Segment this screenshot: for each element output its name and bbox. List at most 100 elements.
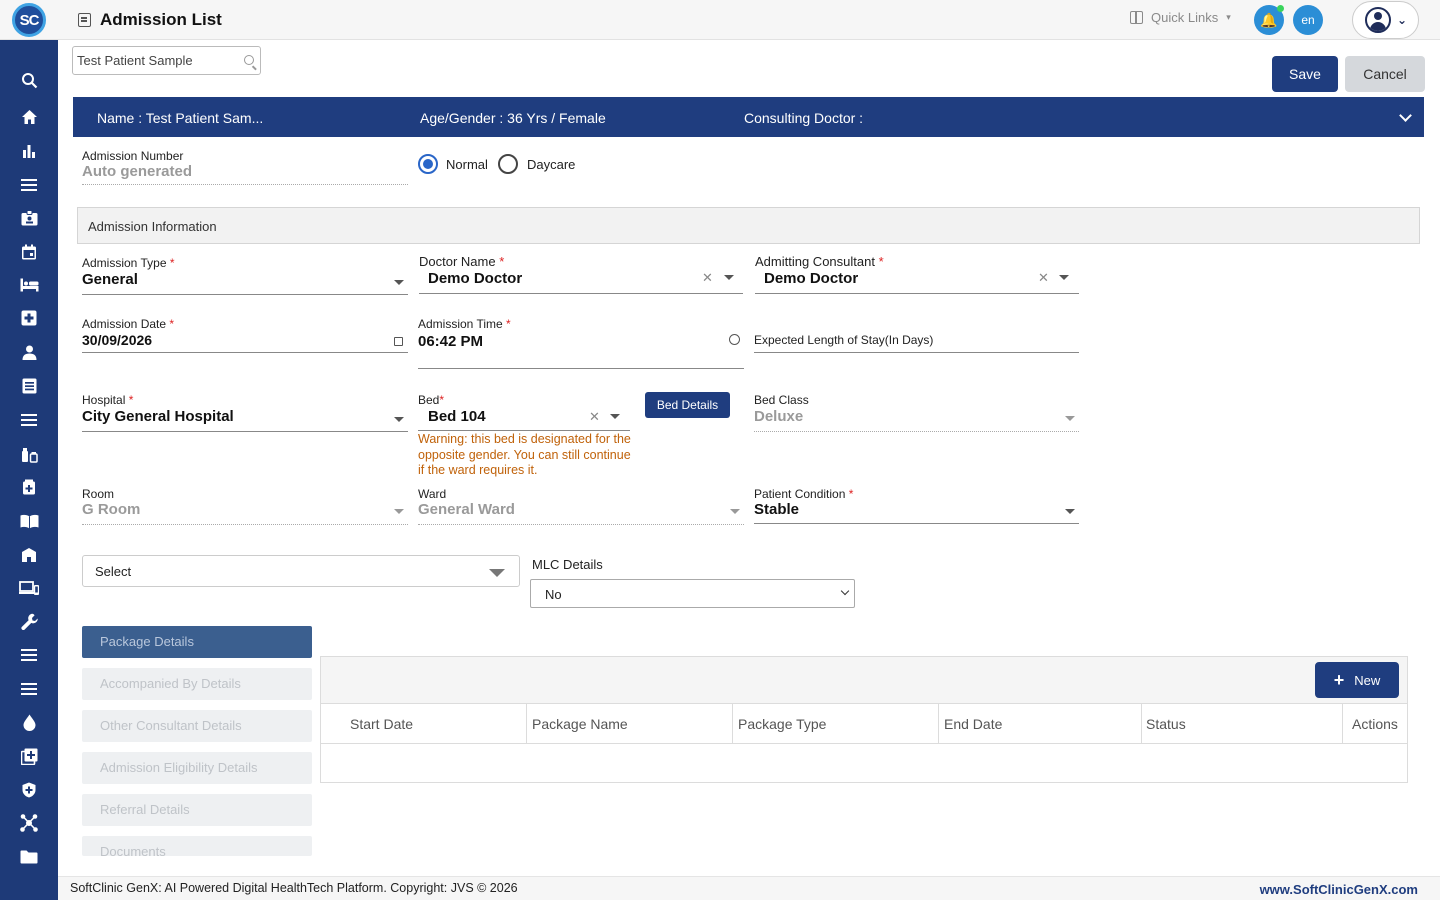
admission-type-value[interactable]: General — [82, 271, 138, 288]
sidebar-chart-icon[interactable] — [0, 138, 58, 164]
generic-select-value: Select — [95, 564, 132, 579]
tab-other-consultant-details[interactable]: Other Consultant Details — [82, 710, 312, 742]
admitting-consultant-label: Admitting Consultant * — [755, 254, 884, 269]
bed-underline — [418, 430, 630, 431]
tab-referral-details[interactable]: Referral Details — [82, 794, 312, 826]
caret-down-icon — [730, 509, 740, 514]
clear-icon[interactable]: ✕ — [589, 409, 600, 425]
column-package-name[interactable]: Package Name — [527, 704, 733, 744]
column-status[interactable]: Status — [1142, 704, 1343, 744]
generic-select[interactable]: Select — [82, 555, 520, 587]
caret-down-icon — [489, 569, 505, 577]
caret-down-icon[interactable] — [394, 417, 404, 422]
chevron-down-icon: ⌄ — [1397, 13, 1408, 27]
sidebar-shield-icon[interactable] — [0, 777, 58, 803]
sidebar-menu-icon[interactable] — [0, 172, 58, 198]
sidebar-search-icon[interactable] — [0, 67, 58, 93]
clear-icon[interactable]: ✕ — [1038, 270, 1049, 286]
bed-details-button[interactable]: Bed Details — [645, 392, 730, 418]
admission-date-value[interactable]: 30/09/2026 — [82, 332, 152, 348]
sidebar-document-list-icon[interactable] — [0, 373, 58, 399]
normal-radio[interactable] — [418, 154, 438, 174]
mlc-details-label: MLC Details — [532, 557, 603, 572]
bed-value[interactable]: Bed 104 — [428, 408, 486, 425]
caret-down-icon[interactable] — [724, 275, 734, 280]
notification-dot — [1277, 5, 1284, 12]
tab-documents[interactable]: Documents — [82, 836, 312, 856]
admission-number-value: Auto generated — [82, 163, 193, 180]
caret-down-icon[interactable] — [1059, 275, 1069, 280]
search-icon — [244, 55, 254, 65]
grid-header-row: Start Date Package Name Package Type End… — [321, 704, 1407, 744]
calendar-icon[interactable] — [394, 337, 403, 346]
app-logo[interactable]: SC — [12, 3, 46, 37]
tab-accompanied-by-details[interactable]: Accompanied By Details — [82, 668, 312, 700]
sidebar-medicine-box-icon[interactable] — [0, 474, 58, 500]
sidebar-devices-icon[interactable] — [0, 575, 58, 601]
hospital-value[interactable]: City General Hospital — [82, 408, 234, 425]
sidebar-add-box-icon[interactable] — [0, 743, 58, 769]
column-start-date[interactable]: Start Date — [321, 704, 527, 744]
clock-icon[interactable] — [729, 334, 740, 345]
user-menu-button[interactable]: ⌄ — [1352, 1, 1419, 39]
sidebar-wrench-icon[interactable] — [0, 608, 58, 634]
package-grid: + New Start Date Package Name Package Ty… — [320, 656, 1408, 783]
ward-value: General Ward — [418, 501, 515, 518]
room-label: Room — [82, 487, 115, 501]
patient-condition-label: Patient Condition * — [754, 487, 854, 501]
new-package-button[interactable]: + New — [1315, 662, 1399, 698]
gift-icon — [1130, 11, 1143, 24]
user-avatar-icon — [1365, 7, 1391, 33]
doctor-name-label: Doctor Name * — [419, 254, 505, 269]
sidebar-network-icon[interactable] — [0, 810, 58, 836]
sidebar-folder-icon[interactable] — [0, 844, 58, 870]
patient-condition-value[interactable]: Stable — [754, 501, 799, 518]
quick-links-menu[interactable]: Quick Links ▾ — [1130, 10, 1231, 25]
tab-package-details[interactable]: Package Details — [82, 626, 312, 658]
plus-icon: + — [1333, 669, 1345, 690]
column-end-date[interactable]: End Date — [939, 704, 1142, 744]
patient-age-gender: Age/Gender : 36 Yrs / Female — [420, 110, 606, 126]
language-button[interactable]: en — [1293, 5, 1323, 35]
daycare-radio[interactable] — [498, 154, 518, 174]
sidebar-calendar-icon[interactable] — [0, 239, 58, 265]
patient-info-strip: Name : Test Patient Sam... Age/Gender : … — [73, 97, 1424, 137]
patient-search-input[interactable] — [73, 47, 233, 74]
mlc-details-select[interactable]: No — [530, 579, 855, 608]
caret-down-icon: ▾ — [1226, 12, 1231, 22]
room-value: G Room — [82, 501, 141, 518]
sidebar-book-icon[interactable] — [0, 508, 58, 534]
admission-date-underline — [82, 352, 408, 353]
sidebar-bed-icon[interactable] — [0, 272, 58, 298]
cancel-button[interactable]: Cancel — [1345, 56, 1425, 92]
sidebar-menu-icon-4[interactable] — [0, 676, 58, 702]
doctor-name-value[interactable]: Demo Doctor — [428, 270, 522, 287]
footer-website-link[interactable]: www.SoftClinicGenX.com — [1260, 882, 1418, 897]
sidebar-menu-icon-3[interactable] — [0, 642, 58, 668]
sidebar-home-icon[interactable] — [0, 104, 58, 130]
admission-number-underline — [82, 184, 408, 185]
tab-admission-eligibility-details[interactable]: Admission Eligibility Details — [82, 752, 312, 784]
column-package-type[interactable]: Package Type — [733, 704, 939, 744]
sidebar-menu-icon-2[interactable] — [0, 407, 58, 433]
chevron-down-icon[interactable] — [1399, 109, 1412, 122]
sidebar-medical-plus-icon[interactable] — [0, 305, 58, 331]
sidebar-pharmacy-icon[interactable] — [0, 441, 58, 467]
expected-stay-input-line[interactable] — [754, 352, 1079, 353]
patient-search-box[interactable] — [72, 46, 261, 75]
ward-label: Ward — [418, 487, 447, 501]
caret-down-icon[interactable] — [394, 280, 404, 285]
sidebar-person-icon[interactable] — [0, 339, 58, 365]
caret-down-icon[interactable] — [1065, 509, 1075, 514]
sidebar-id-badge-icon[interactable] — [0, 205, 58, 231]
bed-class-value: Deluxe — [754, 408, 804, 425]
admitting-consultant-value[interactable]: Demo Doctor — [764, 270, 858, 287]
admission-type-underline — [82, 294, 408, 295]
caret-down-icon[interactable] — [610, 414, 620, 419]
clear-icon[interactable]: ✕ — [702, 270, 713, 286]
admission-number-label: Admission Number — [82, 149, 184, 163]
sidebar-drop-icon[interactable] — [0, 709, 58, 735]
sidebar-building-icon[interactable] — [0, 541, 58, 567]
admission-time-value[interactable]: 06:42 PM — [418, 333, 483, 350]
save-button[interactable]: Save — [1272, 56, 1338, 92]
